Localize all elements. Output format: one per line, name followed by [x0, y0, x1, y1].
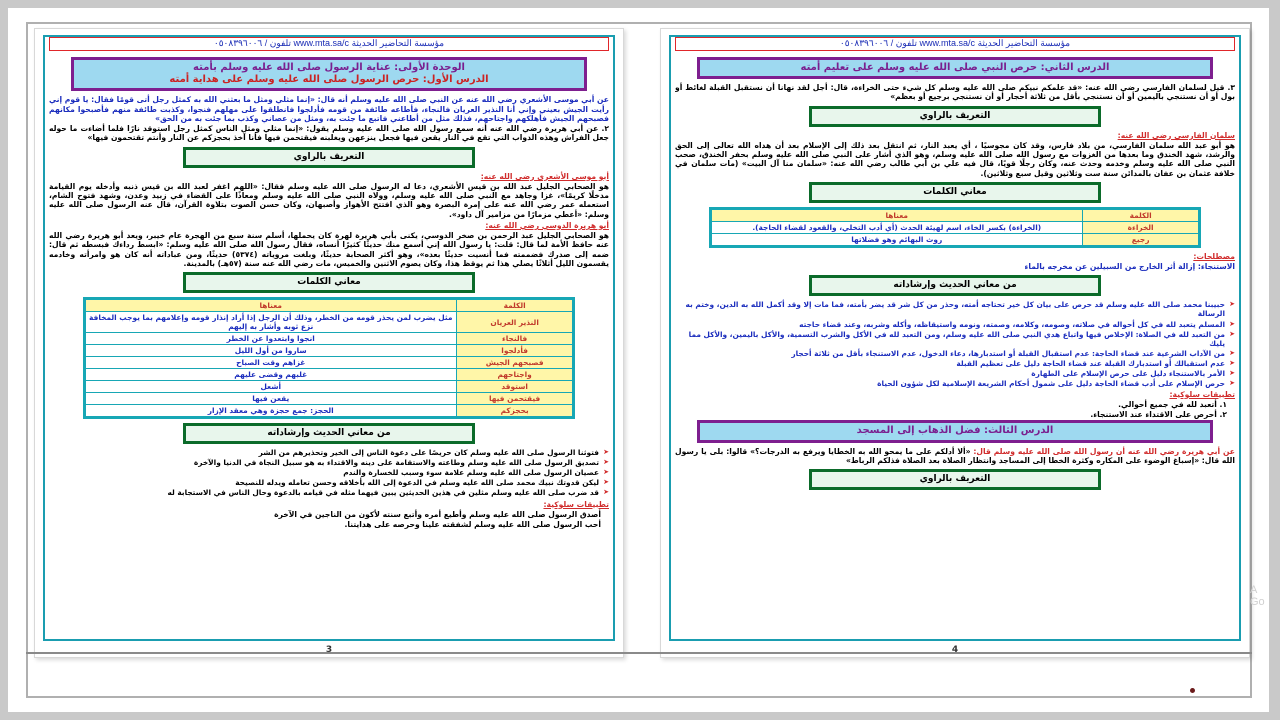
table-cell-word: رجيع: [1081, 232, 1201, 247]
section-title-guidance: من معاني الحديث وإرشاداته: [809, 275, 1101, 297]
section-title-narrator: التعريف بالراوي: [809, 469, 1101, 491]
table-row: رجيع روث البهائم وهو فضلاتها: [709, 232, 1201, 247]
watermark-text: A Go: [1250, 584, 1278, 608]
list-item: حبيبنا محمد صلى الله عليه وسلم قد حرص عل…: [675, 300, 1235, 318]
table-cell-meaning: روث البهائم وهو فضلاتها: [709, 232, 1083, 247]
lesson-title-box: الدرس الثالث: فضل الذهاب إلى المسجد: [697, 420, 1213, 443]
table-row: فصبحهم الجيش غزاهم وقت الصباح: [83, 356, 575, 370]
table-row: فأدلجوا ساروا من أول الليل: [83, 344, 575, 358]
table-cell-meaning: (الخراءة) بكسر الخاء، اسم لهيئة الحدث (أ…: [709, 220, 1083, 234]
hadith-text: ٣. قيل لسلمان الفارسي رضي الله عنه: «قد …: [675, 83, 1235, 102]
list-item: فتوثنا الرسول صلى الله عليه وسلم كان حري…: [49, 448, 609, 457]
table-cell-word: فصبحهم الجيش: [455, 356, 575, 370]
section-title-guidance: من معاني الحديث وإرشاداته: [183, 423, 475, 445]
list-item: الأمر بالاستنجاء دليل على حرص الإسلام عل…: [675, 369, 1235, 378]
narrator-bio: هو الصحابي الجليل عبد الرحمن بن صخر الدو…: [49, 231, 609, 268]
page-content: تلفون / ٠٥٠٨٣٩٦٠٠٦ www.mta.sa/c مؤسسة ال…: [49, 37, 609, 639]
lesson-title: الدرس الأول: حرص الرسول صلى الله عليه وس…: [169, 74, 489, 86]
narrator-name: أبو هريرة الدوسي رضي الله عنه:: [485, 220, 609, 230]
behavior-title: تطبيقات سلوكية:: [1169, 389, 1235, 399]
hadith-intro: عن أبي هريرة رضي الله عنه أن رسول الله ص…: [973, 446, 1235, 456]
hadith-text: عن أبي موسى الأشعري رضي الله عنه عن النب…: [49, 95, 609, 123]
list-item: حرص الإسلام على أدب قضاء الحاجة دليل على…: [675, 379, 1235, 388]
table-row: فيقتحمن فيها يقعن فيها: [83, 392, 575, 406]
list-item: ١. أتعبد لله في جميع أحوالي.: [1118, 399, 1227, 409]
table-cell-meaning: مثل يضرب لمن يحذر قومه من الخطر، وذلك أن…: [83, 311, 457, 334]
table-cell-word: فالنجاء: [455, 332, 575, 346]
table-cell-word: فأدلجوا: [455, 344, 575, 358]
list-item: المسلم يتعبد لله في كل أحواله في صلاته، …: [675, 320, 1235, 329]
list-item: من الآداب الشرعية عند قضاء الحاجة: عدم ا…: [675, 349, 1235, 358]
table-row: الخراءة (الخراءة) بكسر الخاء، اسم لهيئة ا…: [709, 220, 1201, 234]
section-title-narrator: التعريف بالراوي: [183, 146, 475, 168]
table-row: استوقد أشعل: [83, 380, 575, 394]
table-cell-meaning: ساروا من أول الليل: [83, 344, 457, 358]
guidance-list: حبيبنا محمد صلى الله عليه وسلم قد حرص عل…: [675, 300, 1235, 387]
page-header: تلفون / ٠٥٠٨٣٩٦٠٠٦ www.mta.sa/c مؤسسة ال…: [675, 37, 1235, 51]
page-header: تلفون / ٠٥٠٨٣٩٦٠٠٦ www.mta.sa/c مؤسسة ال…: [49, 37, 609, 51]
slide-divider-line: [26, 652, 1252, 654]
behavior-list: أصدق الرسول صلى الله عليه وسلم وأطيع أمر…: [49, 510, 609, 530]
narrator-name: أبو موسى الأشعري رضي الله عنه:: [480, 171, 609, 181]
guidance-list: فتوثنا الرسول صلى الله عليه وسلم كان حري…: [49, 448, 609, 497]
list-item: قد ضرب صلى الله عليه وسلم مثلين في هذين …: [49, 488, 609, 497]
watermark-line: Go: [1250, 596, 1265, 609]
table-cell-meaning: غلبهم وقضى عليهم: [83, 368, 457, 382]
table-cell-meaning: الحجز: جمع حجزة وهي معقد الإزار: [83, 404, 457, 419]
bullet-dot-icon: [1190, 688, 1195, 693]
section-title-words: معاني الكلمات: [183, 272, 475, 294]
list-item: أصدق الرسول صلى الله عليه وسلم وأطيع أمر…: [274, 509, 601, 519]
list-item: ٢. أحرص على الاقتداء عند الاستنجاء.: [1090, 410, 1227, 420]
lesson-title-box: الدرس الثاني: حرص النبي صلى الله عليه وس…: [697, 57, 1213, 80]
unit-title: الوحدة الأولى: عناية الرسول صلى الله علي…: [193, 62, 465, 73]
list-item: من التعبد لله في الصلاة: الإخلاص فيها وا…: [675, 330, 1235, 348]
behavior-list: ١. أتعبد لله في جميع أحوالي. ٢. أحرص على…: [675, 400, 1235, 420]
table-cell-word: بحجزكم: [455, 404, 575, 419]
table-row: النذير العريان مثل يضرب لمن يحذر قومه من …: [83, 311, 575, 334]
list-item: ليكن قدوتك نبيك محمد صلى الله عليه وسلم …: [49, 478, 609, 487]
table-cell-word: النذير العريان: [455, 311, 575, 334]
table-cell-word: الخراءة: [1081, 220, 1201, 234]
table-row: واجتاحهم غلبهم وقضى عليهم: [83, 368, 575, 382]
table-cell-meaning: يقعن فيها: [83, 392, 457, 406]
word-meanings-table: الكلمة معناها النذير العريان مثل يضرب لمن…: [82, 297, 576, 420]
list-item: عصيان الرسول صلى الله عليه وسلم علامة سو…: [49, 468, 609, 477]
table-cell-meaning: أشعل: [83, 380, 457, 394]
narrator-bio: هو أبو عبد الله سلمان الفارسي، من بلاد ف…: [675, 140, 1235, 178]
list-item: عدم استقبالك أو استدبارك القبلة عند قضاء…: [675, 359, 1235, 368]
hadith-text: ٢. عن أبي هريرة رضي الله عنه أنه سمع رسو…: [49, 124, 609, 143]
word-meanings-table: الكلمة معناها الخراءة (الخراءة) بكسر الخا…: [708, 206, 1202, 248]
document-page-3: تلفون / ٠٥٠٨٣٩٦٠٠٦ www.mta.sa/c مؤسسة ال…: [34, 28, 624, 658]
table-cell-word: فيقتحمن فيها: [455, 392, 575, 406]
list-item: تصديق الرسول صلى الله عليه وسلم وطاعته و…: [49, 458, 609, 467]
terms-text: الاستنجاء: إزالة أثر الخارج من السبيلين …: [1024, 262, 1235, 272]
table-cell-meaning: انجوا وابتعدوا عن الخطر: [83, 332, 457, 346]
lesson-title: الدرس الثاني: حرص النبي صلى الله عليه وس…: [800, 62, 1110, 73]
terms-title: مصطلحات:: [1193, 251, 1235, 261]
unit-title-box: الوحدة الأولى: عناية الرسول صلى الله علي…: [71, 57, 587, 92]
list-item: أحب الرسول صلى الله عليه وسلم لشفقته علي…: [344, 520, 602, 529]
narrator-name: سلمان الفارسي رضي الله عنه:: [1117, 130, 1235, 140]
table-header-meaning: معناها: [709, 207, 1083, 222]
page-content: تلفون / ٠٥٠٨٣٩٦٠٠٦ www.mta.sa/c مؤسسة ال…: [675, 37, 1235, 639]
narrator-bio: هو الصحابي الجليل عبد الله بن قيس الأشعر…: [49, 181, 609, 219]
document-page-4: تلفون / ٠٥٠٨٣٩٦٠٠٦ www.mta.sa/c مؤسسة ال…: [660, 28, 1250, 658]
section-title-words: معاني الكلمات: [809, 181, 1101, 203]
hadith-text: عن أبي هريرة رضي الله عنه أن رسول الله ص…: [675, 447, 1235, 466]
table-row: فالنجاء انجوا وابتعدوا عن الخطر: [83, 332, 575, 346]
table-header-word: الكلمة: [1081, 207, 1201, 222]
table-cell-word: واجتاحهم: [455, 368, 575, 382]
table-header-word: الكلمة: [455, 298, 575, 313]
lesson-title: الدرس الثالث: فضل الذهاب إلى المسجد: [856, 425, 1054, 437]
section-title-narrator: التعريف بالراوي: [809, 105, 1101, 127]
watermark-line: A: [1250, 584, 1258, 596]
table-row: بحجزكم الحجز: جمع حجزة وهي معقد الإزار: [83, 404, 575, 419]
behavior-title: تطبيقات سلوكية:: [543, 499, 609, 509]
table-cell-meaning: غزاهم وقت الصباح: [83, 356, 457, 370]
table-header-meaning: معناها: [83, 298, 457, 313]
table-cell-word: استوقد: [455, 380, 575, 394]
